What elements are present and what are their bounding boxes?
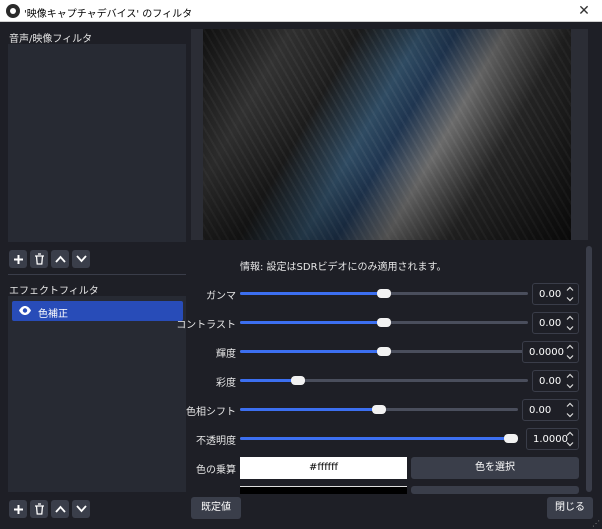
move-filter-down-button[interactable]	[72, 250, 90, 268]
spin-up-icon[interactable]	[563, 312, 577, 323]
brightness-slider-handle[interactable]	[377, 347, 391, 356]
spin-up-icon[interactable]	[563, 399, 577, 410]
chevron-down-icon	[75, 505, 87, 513]
effect-toolbar-overlay	[9, 500, 90, 518]
plus-icon	[13, 504, 23, 514]
spinbox-arrows	[563, 312, 577, 334]
effect-filters-title: エフェクトフィルタ	[9, 286, 99, 297]
opacity-slider-handle[interactable]	[504, 434, 518, 443]
spin-down-icon[interactable]	[563, 439, 577, 450]
contrast-slider-fill	[240, 321, 384, 324]
contrast-value: 0.00	[539, 318, 562, 329]
spin-down-icon[interactable]	[563, 410, 577, 421]
spinbox-arrows	[563, 341, 577, 363]
effect-filter-label: 色補正	[38, 309, 68, 320]
spin-up-icon[interactable]	[563, 283, 577, 294]
hue-shift-value: 0.00	[529, 405, 552, 416]
eye-visibility-icon[interactable]	[18, 305, 32, 316]
opacity-slider[interactable]	[240, 434, 518, 443]
gamma-value: 0.00	[539, 289, 562, 300]
trash-icon	[34, 253, 44, 265]
trash-icon	[34, 503, 44, 515]
contrast-label: コントラスト	[176, 320, 236, 331]
color-multiply-label: 色の乗算	[196, 465, 236, 476]
spin-up-icon[interactable]	[563, 428, 577, 439]
spinbox-arrows	[563, 370, 577, 392]
gamma-slider-handle[interactable]	[377, 289, 391, 298]
chevron-up-icon	[54, 505, 66, 513]
gamma-slider-fill	[240, 292, 384, 295]
saturation-slider-fill	[240, 379, 298, 382]
spin-up-icon[interactable]	[563, 341, 577, 352]
filter-preview	[191, 29, 588, 240]
color-swatch-secondary	[240, 486, 407, 494]
select-color-button-secondary[interactable]	[411, 486, 579, 494]
saturation-label: 彩度	[216, 378, 236, 389]
add-effect-button[interactable]	[9, 500, 27, 518]
chevron-up-icon	[54, 255, 66, 263]
contrast-slider[interactable]	[240, 318, 528, 327]
saturation-slider[interactable]	[240, 376, 528, 385]
gamma-slider[interactable]	[240, 289, 528, 298]
spinbox-arrows	[563, 428, 577, 450]
gamma-label: ガンマ	[206, 291, 236, 302]
window-title: '映像キャプチャデバイス' のフィルタ	[24, 9, 193, 20]
brightness-slider[interactable]	[240, 347, 528, 356]
video-preview-image	[203, 29, 571, 240]
audio-video-filters-title: 音声/映像フィルタ	[9, 34, 93, 45]
contrast-slider-handle[interactable]	[377, 318, 391, 327]
spin-up-icon[interactable]	[563, 370, 577, 381]
spinbox-arrows	[563, 399, 577, 421]
remove-effect-button[interactable]	[30, 500, 48, 518]
brightness-value: 0.0000	[529, 347, 564, 358]
plus-icon	[13, 254, 23, 264]
defaults-button[interactable]: 既定値	[191, 497, 241, 519]
effect-filter-item[interactable]: 色補正	[12, 301, 183, 321]
select-color-button[interactable]: 色を選択	[411, 457, 579, 479]
move-effect-down-button[interactable]	[72, 500, 90, 518]
audio-video-filter-list[interactable]	[8, 44, 186, 242]
spin-down-icon[interactable]	[563, 294, 577, 305]
opacity-label: 不透明度	[196, 436, 236, 447]
spinbox-arrows	[563, 283, 577, 305]
window-close-button[interactable]: ✕	[566, 0, 602, 22]
hue-shift-slider-fill	[240, 408, 379, 411]
audio-video-toolbar	[9, 250, 90, 268]
bottom-bar	[0, 494, 602, 529]
move-effect-up-button[interactable]	[51, 500, 69, 518]
obs-app-icon	[6, 4, 20, 18]
add-filter-button[interactable]	[9, 250, 27, 268]
saturation-value: 0.00	[539, 376, 562, 387]
spin-down-icon[interactable]	[563, 352, 577, 363]
brightness-slider-fill	[240, 350, 384, 353]
resize-grip-icon[interactable]: ⋰	[592, 519, 600, 528]
hue-shift-slider-handle[interactable]	[372, 405, 386, 414]
effect-filter-list[interactable]	[8, 296, 186, 492]
close-button[interactable]: 閉じる	[547, 497, 593, 519]
saturation-slider-handle[interactable]	[291, 376, 305, 385]
sdr-info-text: 情報: 設定はSDRビデオにのみ適用されます。	[240, 262, 447, 273]
color-swatch: #ffffff	[240, 457, 407, 479]
left-panel-divider	[8, 274, 186, 275]
spin-down-icon[interactable]	[563, 381, 577, 392]
spin-down-icon[interactable]	[563, 323, 577, 334]
remove-filter-button[interactable]	[30, 250, 48, 268]
brightness-label: 輝度	[216, 349, 236, 360]
hue-shift-slider[interactable]	[240, 405, 518, 414]
hue-shift-label: 色相シフト	[186, 407, 236, 418]
properties-scrollbar[interactable]	[586, 246, 592, 492]
opacity-slider-fill	[240, 437, 518, 440]
move-filter-up-button[interactable]	[51, 250, 69, 268]
title-bar: '映像キャプチャデバイス' のフィルタ ✕	[0, 0, 602, 22]
chevron-down-icon	[75, 255, 87, 263]
